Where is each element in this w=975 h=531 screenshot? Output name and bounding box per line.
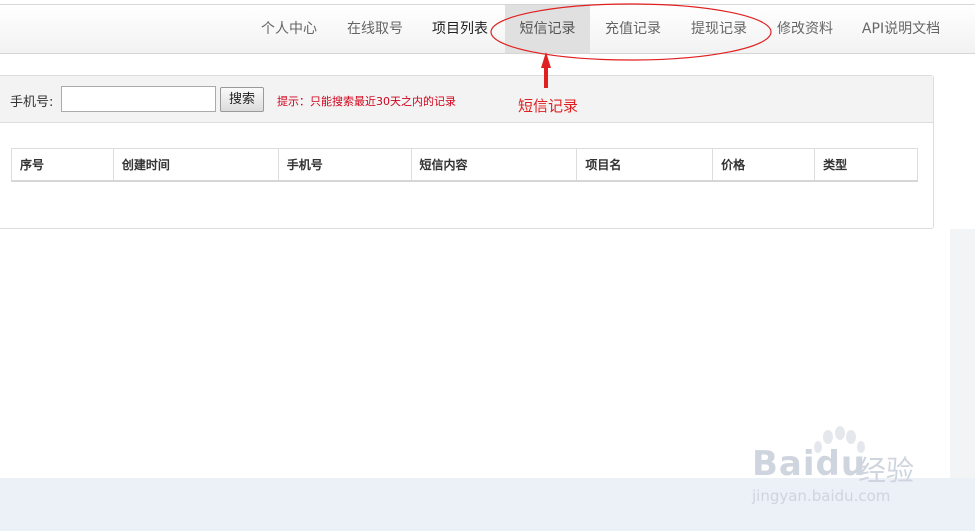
column-header-price: 价格 [712, 148, 816, 182]
column-header-phone: 手机号 [277, 148, 412, 182]
watermark-brand: Baidu [752, 444, 867, 484]
nav-item-personal-center[interactable]: 个人中心 [250, 5, 328, 53]
annotation-label: 短信记录 [518, 97, 579, 115]
watermark-cn: 经验 [858, 454, 915, 487]
column-header-sms-content: 短信内容 [410, 148, 578, 182]
phone-search-input[interactable] [61, 86, 216, 112]
column-header-created-time: 创建时间 [112, 148, 279, 182]
phone-label: 手机号: [10, 95, 54, 110]
search-bar: 手机号: 搜索 提示：只能搜索最近30天之内的记录 [0, 76, 933, 123]
sms-records-table: 序号 创建时间 手机号 短信内容 项目名 价格 类型 [11, 148, 918, 182]
column-header-type: 类型 [814, 148, 918, 182]
column-header-index: 序号 [11, 148, 114, 182]
nav-item-edit-profile[interactable]: 修改资料 [766, 5, 844, 53]
top-navbar: 个人中心 在线取号 项目列表 短信记录 充值记录 提现记录 修改资料 API说明… [0, 4, 975, 54]
search-button[interactable]: 搜索 [220, 87, 264, 112]
right-gutter [950, 229, 975, 478]
sms-records-panel: 手机号: 搜索 提示：只能搜索最近30天之内的记录 序号 创建时间 手机号 短信… [0, 75, 934, 229]
watermark-url: jingyan.baidu.com [752, 487, 891, 505]
nav-item-api-docs[interactable]: API说明文档 [852, 5, 950, 53]
table-header-row: 序号 创建时间 手机号 短信内容 项目名 价格 类型 [11, 148, 918, 182]
nav-item-online-number[interactable]: 在线取号 [336, 5, 414, 53]
search-hint: 提示：只能搜索最近30天之内的记录 [277, 95, 456, 108]
nav-item-withdraw-records[interactable]: 提现记录 [680, 5, 758, 53]
page: 个人中心 在线取号 项目列表 短信记录 充值记录 提现记录 修改资料 API说明… [0, 0, 975, 531]
nav-item-sms-records[interactable]: 短信记录 [505, 5, 590, 53]
nav-item-project-list[interactable]: 项目列表 [421, 5, 499, 53]
column-header-project-name: 项目名 [576, 148, 714, 182]
nav-item-recharge-records[interactable]: 充值记录 [594, 5, 672, 53]
